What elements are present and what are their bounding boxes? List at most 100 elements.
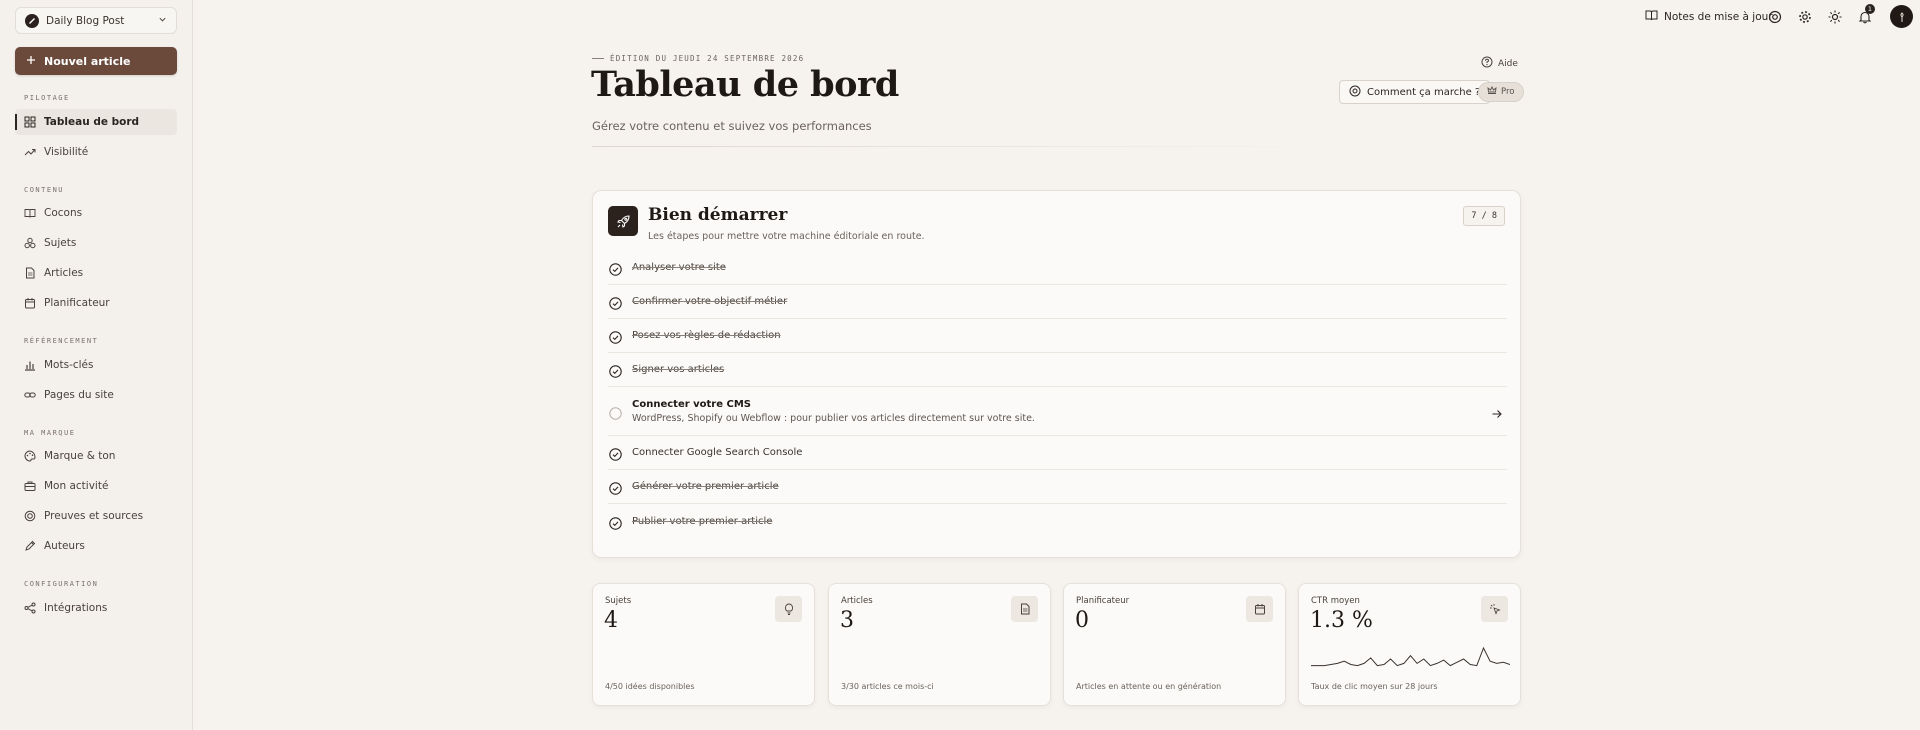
step-confirmer-objectif[interactable]: Confirmer votre objectif métier [608,285,1507,319]
nav-section-pilotage: PILOTAGE [24,94,70,102]
how-it-works-label: Comment ça marche ? [1367,86,1481,98]
how-it-works-button[interactable]: Comment ça marche ? [1339,80,1491,104]
stat-value: 4 [604,608,618,633]
getting-started-subtitle: Les étapes pour mettre votre machine édi… [648,231,925,242]
sidebar-item-label: Visibilité [44,146,89,158]
sidebar-item-preuves-et-sources[interactable]: Preuves et sources [15,503,177,529]
ctr-sparkline-path [1311,646,1510,667]
step-description: WordPress, Shopify ou Webflow : pour pub… [632,412,1035,424]
sidebar-item-label: Cocons [44,207,83,219]
check-circle-icon [609,329,622,344]
step-connecter-cms[interactable]: Connecter votre CMS WordPress, Shopify o… [608,387,1507,436]
sidebar-item-integrations[interactable]: Intégrations [15,595,177,621]
stat-footnote: Taux de clic moyen sur 28 jours [1311,682,1438,691]
sidebar-item-cocons[interactable]: Cocons [15,200,177,226]
step-label: Publier votre premier article [632,515,773,527]
sidebar-item-planificateur[interactable]: Planificateur [15,290,177,316]
new-article-button[interactable]: Nouvel article [15,47,177,75]
sidebar-item-label: Marque & ton [44,450,116,462]
check-circle-icon [609,295,622,310]
cursor-click-icon [1481,596,1508,622]
getting-started-card: Bien démarrer Les étapes pour mettre vot… [592,190,1521,558]
step-google-search-console[interactable]: Connecter Google Search Console [608,436,1507,470]
step-signer-articles[interactable]: Signer vos articles [608,353,1507,387]
nav-section-ma-marque: MA MARQUE [24,429,76,437]
support-icon[interactable] [1768,9,1782,24]
sidebar-item-sujets[interactable]: Sujets [15,230,177,256]
check-circle-icon [609,363,622,378]
stat-value: 3 [840,608,854,633]
pen-icon [24,540,36,552]
sidebar-item-label: Planificateur [44,297,110,309]
help-circle-icon [1481,56,1493,71]
check-circle-icon [609,515,622,530]
stat-value: 0 [1075,608,1089,633]
pro-label: Pro [1501,87,1515,97]
sidebar-item-label: Mon activité [44,480,109,492]
help-label: Aide [1498,58,1518,69]
step-label: Connecter votre CMS [632,398,751,410]
release-notes-link[interactable]: Notes de mise à jour [1645,9,1773,24]
step-label: Analyser votre site [632,262,726,273]
link-icon [24,389,36,401]
step-analyser-site[interactable]: Analyser votre site [608,251,1507,285]
check-circle-icon [609,446,622,461]
crown-icon [1487,85,1497,98]
pro-plan-badge[interactable]: Pro [1478,82,1524,102]
page-subtitle: Gérez votre contenu et suivez vos perfor… [592,119,872,133]
nav-section-contenu: CONTENU [24,186,65,194]
sidebar-item-mots-cles[interactable]: Mots-clés [15,352,177,378]
document-icon [1011,596,1038,622]
bar-chart-icon [24,359,36,371]
step-text: Connecter votre CMS WordPress, Shopify o… [632,399,1035,424]
stat-card-ctr-moyen[interactable]: CTR moyen 1.3 % Taux de clic moyen sur 2… [1298,583,1521,706]
user-avatar[interactable] [1890,5,1913,28]
step-label: Connecter Google Search Console [632,447,803,458]
trending-up-icon [24,146,36,158]
check-circle-icon [609,261,622,276]
sidebar-item-label: Mots-clés [44,359,94,371]
sidebar-item-label: Preuves et sources [44,510,144,522]
sidebar-item-marque-et-ton[interactable]: Marque & ton [15,443,177,469]
help-link[interactable]: Aide [1481,56,1518,71]
workspace-name: Daily Blog Post [46,14,125,27]
stat-card-sujets[interactable]: Sujets 4 4/50 idées disponibles [592,583,815,706]
share-icon [24,602,36,614]
stat-card-articles[interactable]: Articles 3 3/30 articles ce mois-ci [828,583,1051,706]
stat-label: Planificateur [1076,596,1130,606]
sidebar-item-tableau-de-bord[interactable]: Tableau de bord [15,109,177,135]
workspace-switcher[interactable]: Daily Blog Post [15,7,177,34]
calendar-icon [24,297,36,309]
calendar-icon [1246,596,1273,622]
document-icon [24,267,36,279]
step-publier-article[interactable]: Publier votre premier article [608,504,1507,538]
step-regles-redaction[interactable]: Posez vos règles de rédaction [608,319,1507,353]
edition-date: ÉDITION DU JEUDI 24 SEPTEMBRE 2026 [610,54,805,63]
rocket-icon [608,206,638,236]
arrow-right-icon[interactable] [1491,405,1503,418]
step-generer-article[interactable]: Générer votre premier article [608,470,1507,504]
book-icon [24,207,36,219]
book-open-icon [1645,9,1658,24]
stat-label: Articles [841,596,873,606]
getting-started-title: Bien démarrer [648,205,788,225]
sidebar-item-label: Intégrations [44,602,108,614]
step-label: Générer votre premier article [632,481,779,492]
stat-footnote: 3/30 articles ce mois-ci [841,682,934,691]
notification-count-badge: 1 [1865,4,1875,14]
theme-sun-icon[interactable] [1828,9,1842,24]
sidebar-item-auteurs[interactable]: Auteurs [15,533,177,559]
sidebar-item-articles[interactable]: Articles [15,260,177,286]
stat-footnote: 4/50 idées disponibles [605,682,695,691]
stat-card-planificateur[interactable]: Planificateur 0 Articles en attente ou e… [1063,583,1286,706]
stat-label: CTR moyen [1311,596,1360,606]
sidebar-item-visibilite[interactable]: Visibilité [15,139,177,165]
sidebar-item-label: Articles [44,267,84,279]
sidebar-item-pages-du-site[interactable]: Pages du site [15,382,177,408]
sidebar-item-mon-activite[interactable]: Mon activité [15,473,177,499]
step-label: Confirmer votre objectif métier [632,296,788,307]
sidebar-item-label: Tableau de bord [44,116,140,128]
settings-gear-icon[interactable] [1798,9,1812,23]
chevron-down-icon [158,15,167,27]
release-notes-label: Notes de mise à jour [1664,10,1773,23]
